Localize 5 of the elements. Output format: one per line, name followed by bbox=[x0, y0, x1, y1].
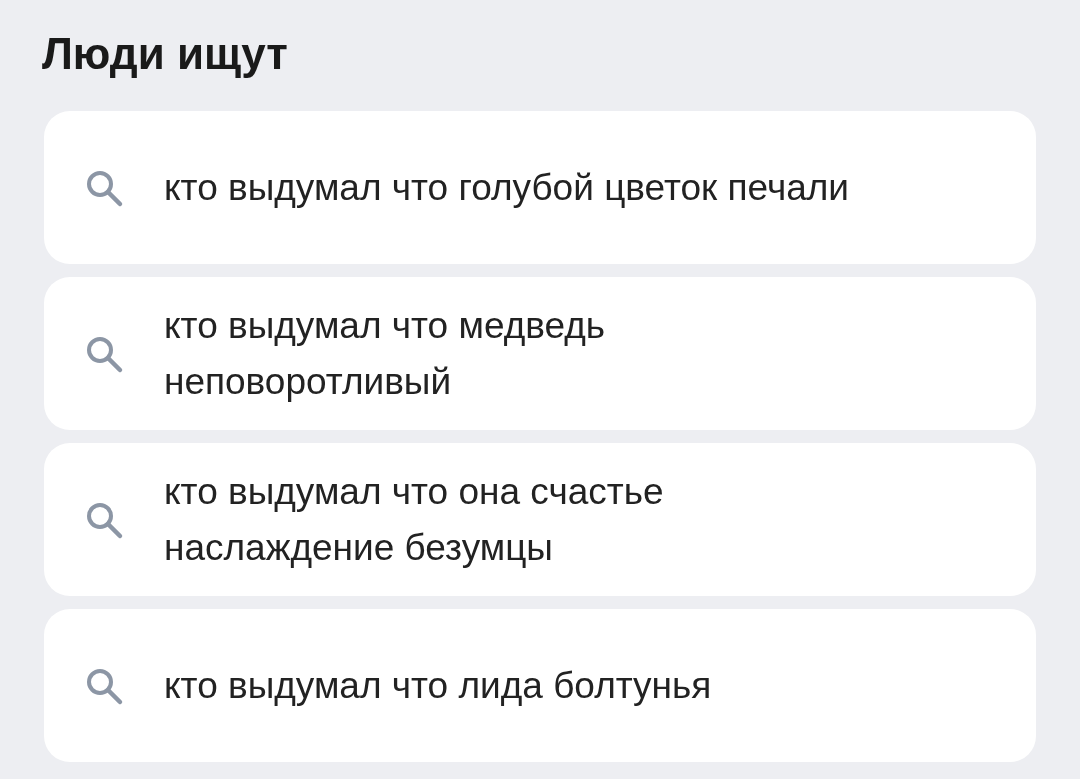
search-suggestion[interactable]: кто выдумал что медведь неповоротливый bbox=[44, 277, 1036, 430]
search-suggestion[interactable]: кто выдумал что она счастье наслаждение безумцы bbox=[44, 443, 1036, 596]
search-suggestion[interactable]: кто выдумал что голубой цветок печали bbox=[44, 111, 1036, 264]
search-suggestion[interactable]: кто выдумал что лида болтунья bbox=[44, 609, 1036, 762]
section-title: Люди ищут bbox=[42, 28, 289, 80]
